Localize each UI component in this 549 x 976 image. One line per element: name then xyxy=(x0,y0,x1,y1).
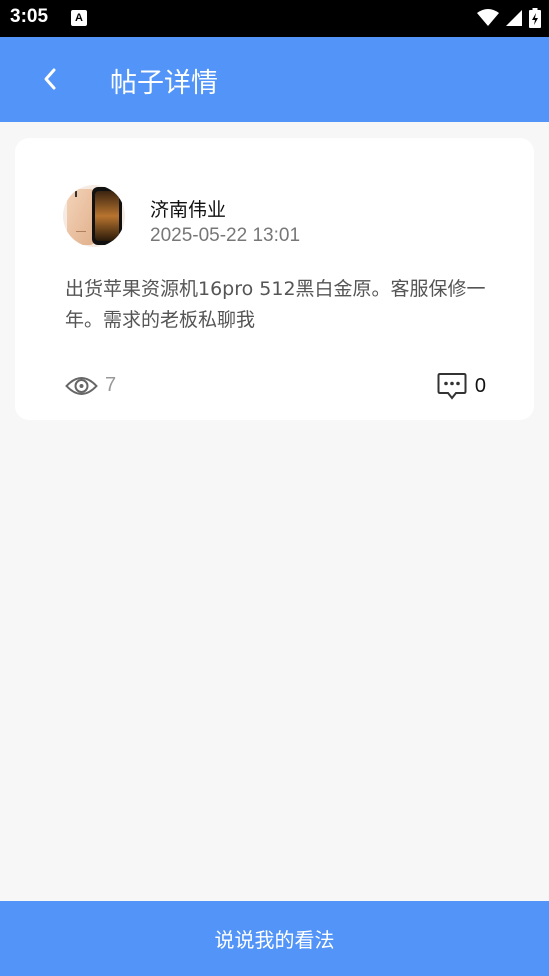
view-count-value: 7 xyxy=(105,374,117,396)
post-timestamp: 2025-05-22 13:01 xyxy=(150,225,301,246)
post-content: 出货苹果资源机16pro 512黑白金原。客服保修一年。需求的老板私聊我 xyxy=(65,278,486,331)
back-arrow-icon xyxy=(44,68,56,90)
comment-count-value: 0 xyxy=(474,374,486,397)
notification-icon: A xyxy=(71,10,87,26)
author-name: 济南伟业 xyxy=(150,199,227,221)
view-count: 7 xyxy=(65,374,116,397)
signal-icon xyxy=(506,10,522,26)
app-bar: 帖子详情 xyxy=(0,37,549,122)
comment-button[interactable]: 0 xyxy=(437,372,486,400)
back-button[interactable] xyxy=(30,59,70,99)
status-icons xyxy=(477,7,541,29)
post-card: 济南伟业 2025-05-22 13:01 出货苹果资源机16pro 512黑白… xyxy=(15,138,534,420)
comment-submit-button[interactable]: 说说我的看法 xyxy=(0,901,549,976)
wifi-icon xyxy=(477,9,499,26)
avatar[interactable] xyxy=(63,185,125,247)
eye-icon xyxy=(65,376,98,395)
page-title: 帖子详情 xyxy=(110,68,218,99)
status-bar: 3:05 A xyxy=(0,0,549,37)
comment-icon xyxy=(437,373,467,400)
status-time: 3:05 xyxy=(10,6,49,27)
battery-charging-icon xyxy=(529,8,541,28)
